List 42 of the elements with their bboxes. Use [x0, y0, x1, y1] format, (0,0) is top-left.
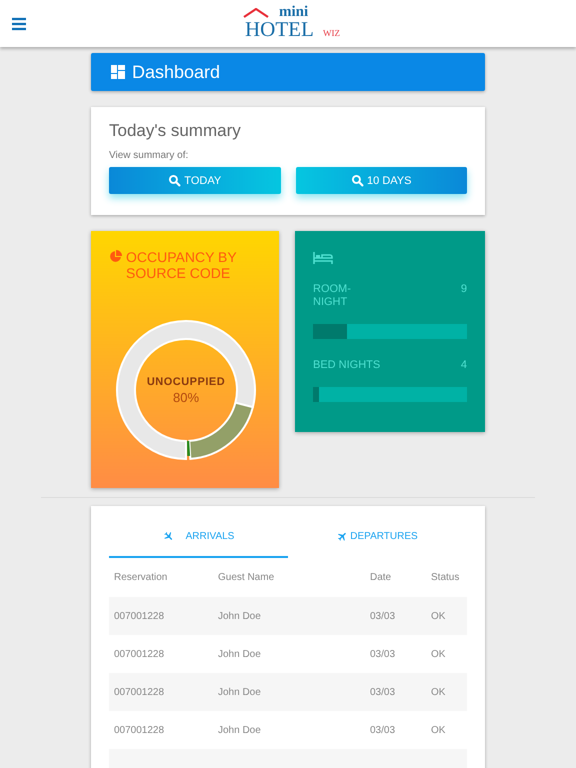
- occupancy-title: OCCUPANCY BY SOURCE CODE: [126, 249, 238, 281]
- table-cell: 03/03: [365, 597, 426, 635]
- table-cell: 03/03: [365, 673, 426, 711]
- range-button[interactable]: 10 DAYS: [296, 167, 467, 194]
- donut-value: 80%: [172, 390, 200, 404]
- table-cell: 03/03: [365, 711, 426, 749]
- column-header: Reservation: [109, 558, 213, 597]
- table-cell: John Doe: [213, 673, 365, 711]
- roof-icon: [243, 8, 269, 18]
- table-cell: 007001228: [109, 673, 213, 711]
- range-button[interactable]: TODAY: [109, 167, 280, 194]
- table-cell: OK: [426, 635, 467, 673]
- table-cell: John Doe: [213, 711, 365, 749]
- table-cell: John Doe: [213, 635, 365, 673]
- logo-text: WIZ: [323, 28, 340, 38]
- table-cell: John Doe: [213, 597, 365, 635]
- stat-label: BED NIGHTS: [313, 359, 380, 372]
- stat-value: 4: [460, 359, 467, 372]
- table-cell: OK: [426, 597, 467, 635]
- column-header: Date: [365, 558, 426, 597]
- column-header: Status: [426, 558, 467, 597]
- summary-title: Today's summary: [109, 121, 242, 141]
- stat-value: 9: [460, 283, 467, 297]
- table-cell: OK: [426, 711, 467, 749]
- page-title: Dashboard: [132, 62, 220, 82]
- donut-label: UNOCUPPIED: [146, 376, 226, 388]
- summary-subtitle: View summary of:: [109, 150, 190, 161]
- dashboard-icon: [111, 65, 125, 79]
- table-cell: 007001228: [109, 711, 213, 749]
- table-cell: OK: [426, 673, 467, 711]
- table-cell: 007001228: [109, 635, 213, 673]
- search-icon: [351, 174, 364, 187]
- stat-label: ROOM- NIGHT: [313, 283, 351, 309]
- pie-chart-icon: [109, 250, 122, 263]
- tab[interactable]: DEPARTURES: [288, 530, 467, 558]
- search-icon: [168, 174, 182, 187]
- table-cell: 03/03: [365, 635, 426, 673]
- menu-button[interactable]: [11, 16, 27, 30]
- bed-icon: [313, 252, 333, 264]
- column-header: Guest Name: [213, 558, 365, 597]
- table-cell: 007001228: [109, 597, 213, 635]
- tab[interactable]: ARRIVALS: [109, 530, 288, 558]
